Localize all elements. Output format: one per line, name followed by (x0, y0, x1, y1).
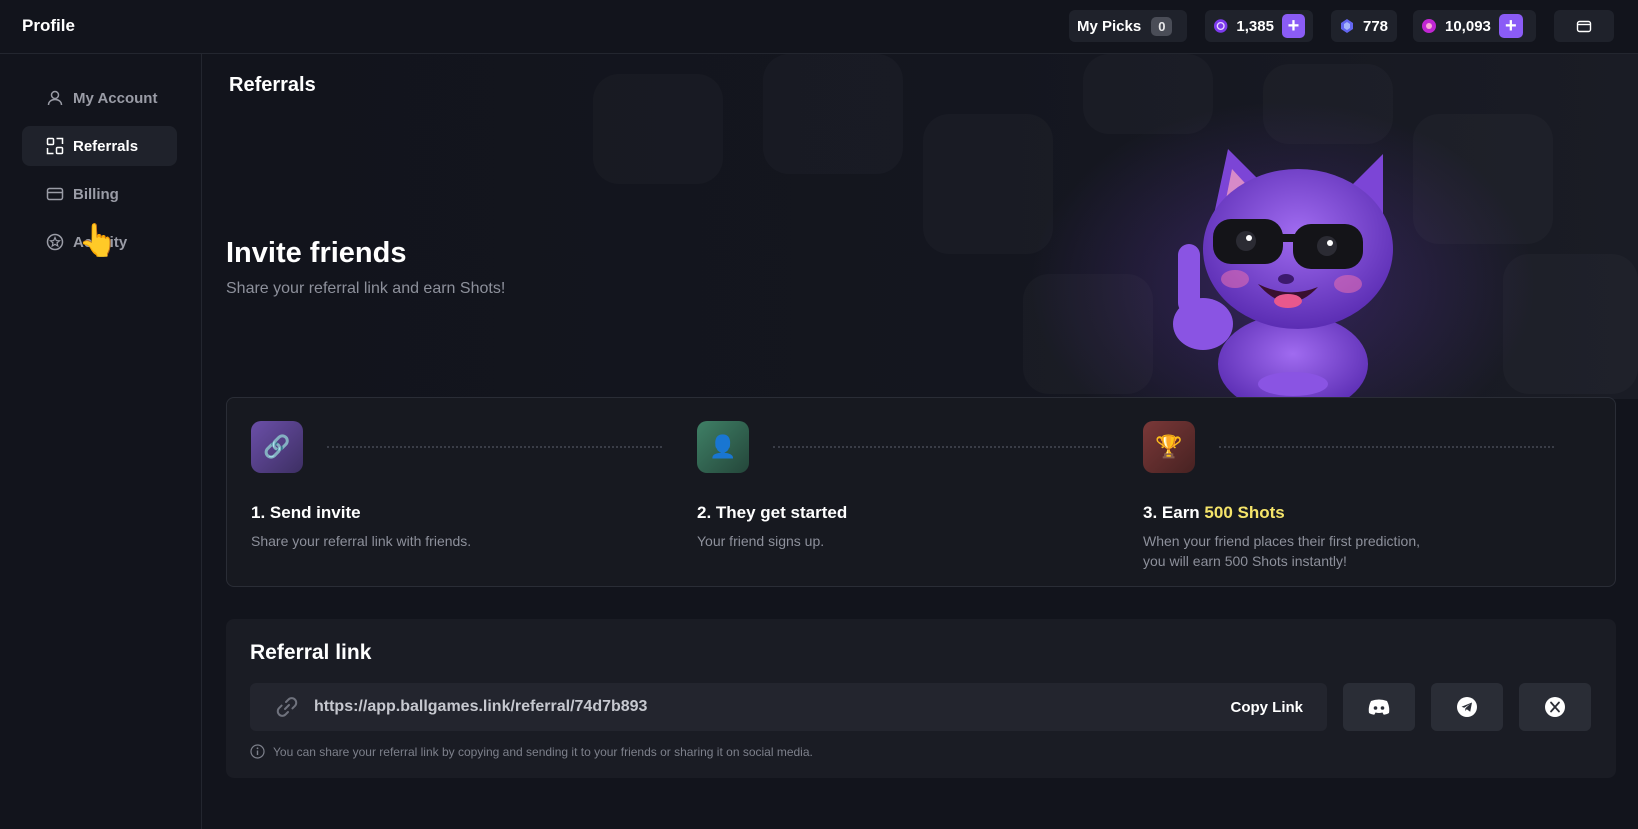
referral-link-card: Referral link https://app.ballgames.link… (226, 619, 1616, 778)
gem-coin-icon (1341, 19, 1353, 33)
my-picks-label: My Picks (1077, 17, 1142, 35)
my-picks-count: 0 (1151, 16, 1173, 36)
sidebar-item-billing[interactable]: Billing (22, 174, 177, 214)
step-title: 2. They get started (697, 503, 848, 522)
top-bar: Profile My Picks 0 1,385 + 778 10,093 + (0, 0, 1638, 54)
step-connector (327, 446, 662, 448)
referral-link-field[interactable]: https://app.ballgames.link/referral/74d7… (250, 683, 1327, 731)
sidebar-item-label: Referrals (73, 137, 139, 155)
card-icon (46, 187, 64, 201)
step-earn-shots: 🏆 3. Earn 500 Shots When your friend pla… (1143, 421, 1583, 571)
sidebar: My Account Referrals Billing Activity 👆 (0, 54, 202, 829)
referral-link-title: Referral link (250, 641, 372, 664)
step-they-get-started: 👤 2. They get started Your friend signs … (697, 421, 1137, 551)
steps-card: 🔗 1. Send invite Share your referral lin… (226, 397, 1616, 587)
user-avatar-icon: 👤 (697, 421, 749, 473)
info-icon (250, 744, 265, 759)
sidebar-item-my-account[interactable]: My Account (22, 78, 177, 118)
share-discord-button[interactable] (1343, 683, 1415, 731)
section-title: Referrals (229, 74, 316, 96)
add-balance-3-button[interactable]: + (1498, 14, 1523, 38)
hero-heading: Invite friends (226, 237, 407, 269)
link-icon: 🔗 (251, 421, 303, 473)
user-icon (47, 90, 63, 106)
referral-icon (46, 137, 64, 155)
wallet-button[interactable] (1554, 10, 1614, 42)
info-text: You can share your referral link by copy… (273, 744, 813, 759)
star-circle-icon (46, 233, 64, 251)
wallet-icon (1576, 20, 1592, 33)
main-content: Referrals Invite friends Share your refe… (203, 54, 1638, 829)
telegram-icon (1457, 697, 1477, 717)
balance-3-value: 10,093 (1445, 17, 1491, 35)
step-connector (1219, 446, 1554, 448)
cat-mascot-illustration (1173, 149, 1393, 399)
trophy-icon: 🏆 (1143, 421, 1195, 473)
step-connector (773, 446, 1108, 448)
balance-pill-1: 1,385 + (1205, 10, 1313, 42)
reward-highlight: 500 Shots (1204, 503, 1285, 522)
hero-subheading: Share your referral link and earn Shots! (226, 280, 506, 297)
step-description: Your friend signs up. (697, 533, 825, 549)
share-telegram-button[interactable] (1431, 683, 1503, 731)
balance-pill-2: 778 (1331, 10, 1397, 42)
step-title: 1. Send invite (251, 503, 361, 522)
referral-link-text[interactable]: https://app.ballgames.link/referral/74d7… (314, 698, 1230, 716)
balance-pill-3: 10,093 + (1413, 10, 1536, 42)
my-picks-button[interactable]: My Picks 0 (1069, 10, 1187, 42)
balance-2-value: 778 (1363, 17, 1389, 35)
referral-info-note: You can share your referral link by copy… (250, 744, 813, 759)
page-title: Profile (22, 16, 75, 35)
copy-link-button[interactable]: Copy Link (1230, 699, 1303, 716)
sidebar-item-referrals[interactable]: Referrals (22, 126, 177, 166)
ball-coin-icon (1213, 19, 1228, 33)
step-title: 3. Earn 500 Shots (1143, 503, 1285, 522)
discord-icon (1368, 699, 1390, 715)
hero-background (203, 54, 1638, 399)
x-logo-icon (1545, 697, 1565, 717)
sidebar-item-label: Billing (73, 185, 119, 203)
shots-coin-icon (1422, 19, 1436, 33)
step-description: When your friend places their first pred… (1143, 533, 1421, 569)
add-balance-1-button[interactable]: + (1281, 14, 1305, 38)
step-send-invite: 🔗 1. Send invite Share your referral lin… (251, 421, 691, 551)
balance-1-value: 1,385 (1236, 17, 1274, 35)
chain-link-icon (276, 697, 298, 717)
share-x-button[interactable] (1519, 683, 1591, 731)
step-description: Share your referral link with friends. (251, 533, 472, 549)
sidebar-item-label: My Account (73, 89, 158, 107)
hand-cursor-icon: 👆 (78, 222, 118, 258)
